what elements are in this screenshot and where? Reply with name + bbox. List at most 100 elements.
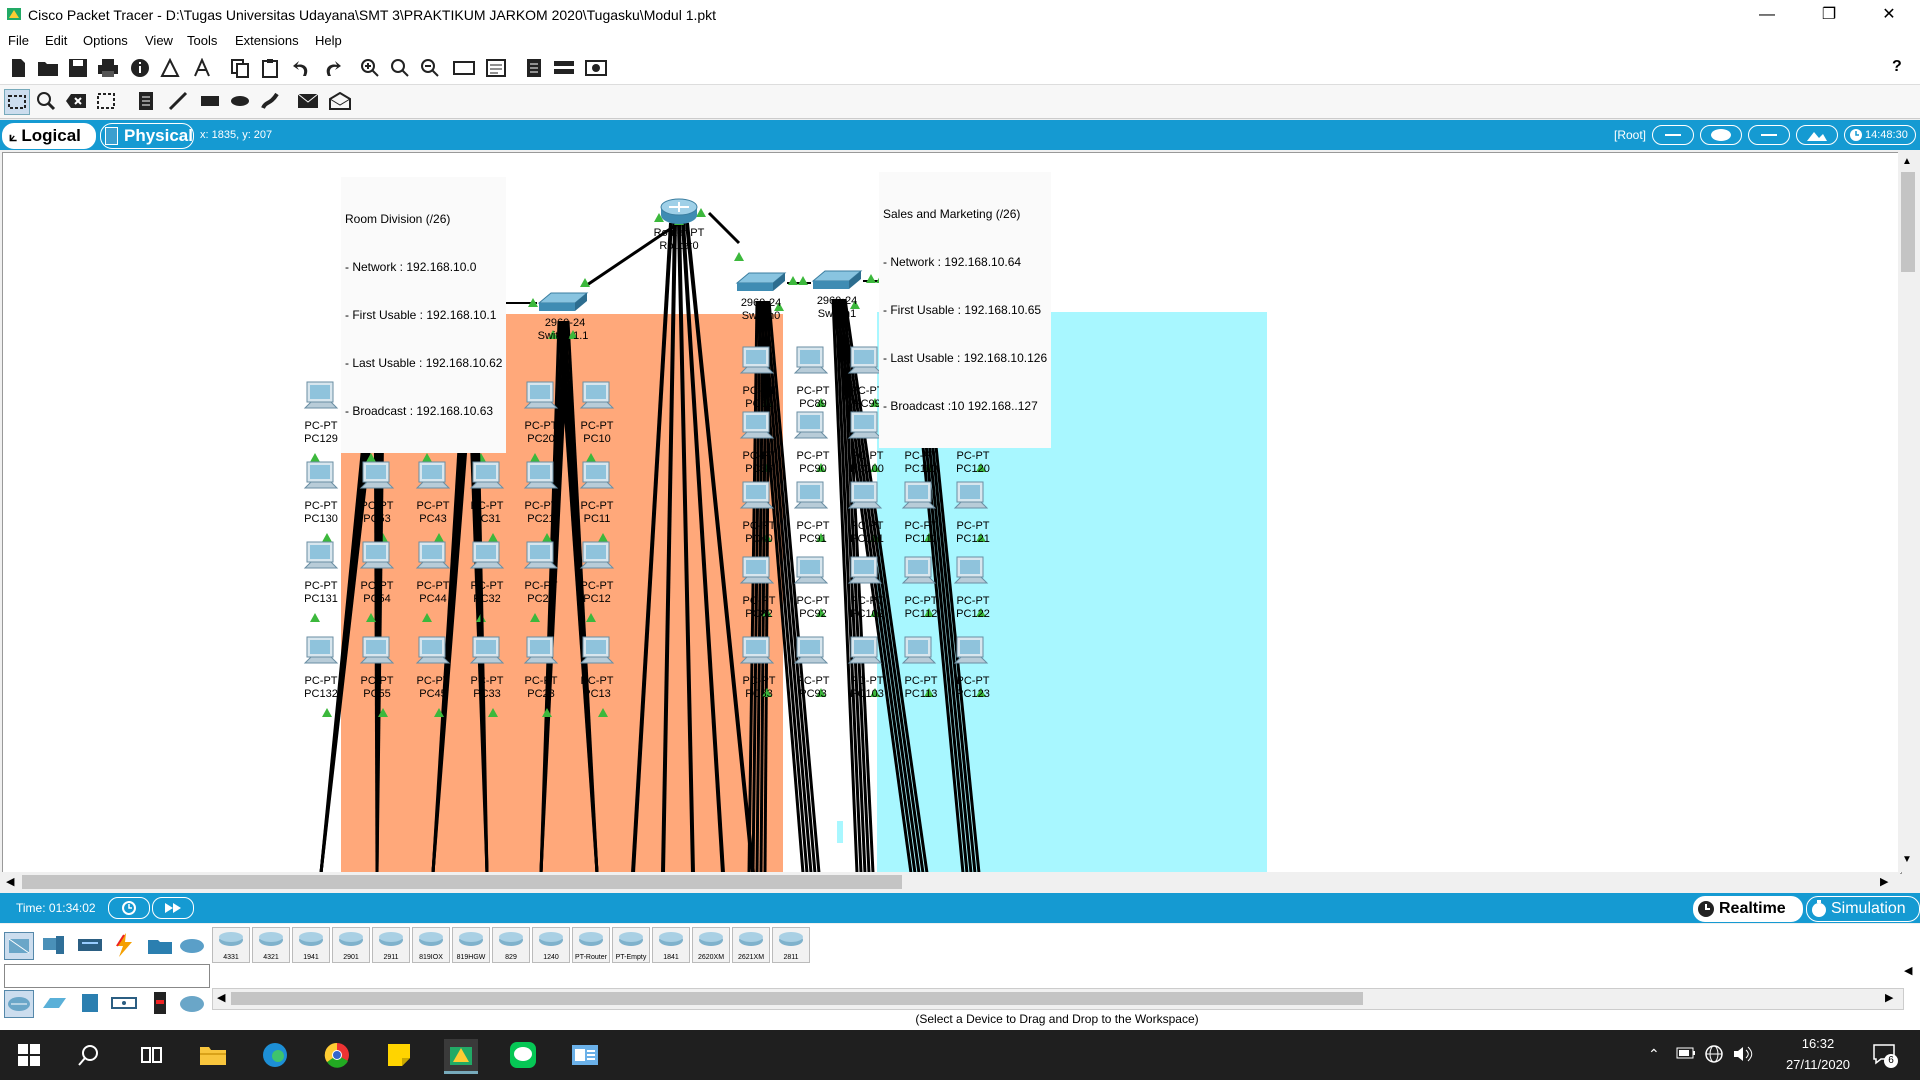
scroll-left-icon[interactable]: ◀ xyxy=(217,991,225,1004)
device-list-scrollbar[interactable]: ◀ ▶ xyxy=(212,988,1904,1010)
sales-marketing-note[interactable]: Sales and Marketing (/26) - Network : 19… xyxy=(879,172,1052,448)
pc-node[interactable] xyxy=(359,635,395,674)
move-object-icon[interactable] xyxy=(1748,125,1790,145)
menu-edit[interactable]: Edit xyxy=(45,33,67,48)
place-note-icon[interactable] xyxy=(134,89,158,113)
search-icon[interactable] xyxy=(72,1039,106,1071)
open-folder-icon[interactable] xyxy=(36,56,60,80)
notification-center-icon[interactable]: 6 xyxy=(1872,1042,1898,1068)
device-model-2621xm[interactable]: 2621XM xyxy=(732,927,770,963)
pc-node[interactable] xyxy=(303,540,339,579)
volume-icon[interactable] xyxy=(1732,1044,1754,1067)
windows-start-icon[interactable] xyxy=(12,1039,46,1071)
pdu-list-icon[interactable] xyxy=(522,56,546,80)
set-background-icon[interactable] xyxy=(1796,125,1838,145)
panel-collapse-icon[interactable]: ◀ xyxy=(1904,964,1912,977)
tab-physical[interactable]: Physical xyxy=(100,123,194,149)
pc-node[interactable] xyxy=(793,555,829,594)
activity-wizard-icon[interactable] xyxy=(158,56,182,80)
network-globe-icon[interactable] xyxy=(1704,1044,1724,1067)
pc-node[interactable] xyxy=(303,635,339,674)
device-model-1240[interactable]: 1240 xyxy=(532,927,570,963)
pc-node[interactable] xyxy=(359,540,395,579)
router-node[interactable] xyxy=(659,197,699,228)
menu-tools[interactable]: Tools xyxy=(187,33,217,48)
pc-node[interactable] xyxy=(523,380,559,419)
pc-node[interactable] xyxy=(579,540,615,579)
multiuser-category-icon[interactable] xyxy=(178,932,206,958)
switch-node[interactable] xyxy=(537,289,589,318)
menu-view[interactable]: View xyxy=(145,33,173,48)
menu-file[interactable]: File xyxy=(8,33,29,48)
redo-icon[interactable] xyxy=(320,56,344,80)
horizontal-scroll-thumb[interactable] xyxy=(22,875,902,889)
zoom-in-icon[interactable] xyxy=(358,56,382,80)
drawing-palette-icon[interactable] xyxy=(452,56,476,80)
draw-line-icon[interactable] xyxy=(166,89,190,113)
pc-node[interactable] xyxy=(739,410,775,449)
menu-help[interactable]: Help xyxy=(315,33,342,48)
device-model-1841[interactable]: 1841 xyxy=(652,927,690,963)
pc-node[interactable] xyxy=(579,460,615,499)
save-icon[interactable] xyxy=(66,56,90,80)
navigation-back-icon[interactable] xyxy=(1652,125,1694,145)
realtime-mode-button[interactable]: Realtime xyxy=(1693,896,1803,922)
copy-icon[interactable] xyxy=(228,56,252,80)
edge-browser-icon[interactable] xyxy=(258,1039,292,1071)
help-icon[interactable]: ? xyxy=(1892,58,1902,76)
pc-node[interactable] xyxy=(793,345,829,384)
device-model-2911[interactable]: 2911 xyxy=(372,927,410,963)
root-breadcrumb[interactable]: [Root] xyxy=(1614,128,1646,142)
pc-node[interactable] xyxy=(953,555,989,594)
workspace-horizontal-scrollbar[interactable]: ◀ ▶ xyxy=(0,872,1900,892)
pc-node[interactable] xyxy=(901,555,937,594)
paste-icon[interactable] xyxy=(258,56,282,80)
end-devices-category-icon[interactable] xyxy=(40,932,68,958)
task-view-icon[interactable] xyxy=(134,1039,168,1071)
pc-node[interactable] xyxy=(953,635,989,674)
pc-node[interactable] xyxy=(793,410,829,449)
device-model-4321[interactable]: 4321 xyxy=(252,927,290,963)
logical-workspace[interactable]: 2960-24Switch 1.32960-24Switch 1.22960-2… xyxy=(2,152,1902,874)
scroll-down-icon[interactable]: ▼ xyxy=(1902,854,1912,865)
show-hidden-icons-icon[interactable]: ⌃ xyxy=(1648,1046,1660,1063)
control-panel-icon[interactable] xyxy=(568,1039,602,1071)
device-model-2620xm[interactable]: 2620XM xyxy=(692,927,730,963)
device-model-pt-empty[interactable]: PT-Empty xyxy=(612,927,650,963)
pc-node[interactable] xyxy=(739,635,775,674)
inspect-tool-icon[interactable] xyxy=(34,89,58,113)
info-icon[interactable] xyxy=(128,56,152,80)
pc-node[interactable] xyxy=(469,540,505,579)
wan-emulation-subcategory-icon[interactable] xyxy=(178,990,206,1016)
device-scroll-thumb[interactable] xyxy=(231,992,1363,1005)
new-file-icon[interactable] xyxy=(6,56,30,80)
pc-node[interactable] xyxy=(847,480,883,519)
wireless-subcategory-icon[interactable] xyxy=(110,990,138,1016)
file-explorer-icon[interactable] xyxy=(196,1039,230,1071)
switches-subcategory-icon[interactable] xyxy=(40,990,68,1016)
pc-node[interactable] xyxy=(847,410,883,449)
scroll-up-icon[interactable]: ▲ xyxy=(1902,156,1912,167)
routers-subcategory-icon[interactable] xyxy=(4,990,34,1018)
pc-node[interactable] xyxy=(415,635,451,674)
tab-logical[interactable]: ⟀ Logical xyxy=(2,123,96,149)
pc-node[interactable] xyxy=(579,380,615,419)
connections-category-icon[interactable] xyxy=(110,932,138,958)
vertical-scroll-thumb[interactable] xyxy=(1901,172,1915,272)
device-search-field[interactable] xyxy=(4,964,210,988)
menu-extensions[interactable]: Extensions xyxy=(235,33,299,48)
freeform-icon[interactable] xyxy=(258,89,282,113)
pc-node[interactable] xyxy=(847,555,883,594)
pc-node[interactable] xyxy=(523,540,559,579)
room-division-note[interactable]: Room Division (/26) - Network : 192.168.… xyxy=(341,177,507,453)
pc-node[interactable] xyxy=(901,635,937,674)
pc-node[interactable] xyxy=(953,480,989,519)
pc-node[interactable] xyxy=(523,460,559,499)
cluster-icon[interactable] xyxy=(1700,125,1742,145)
device-model-829[interactable]: 829 xyxy=(492,927,530,963)
undo-icon[interactable] xyxy=(290,56,314,80)
scroll-right-icon[interactable]: ▶ xyxy=(1885,991,1893,1004)
screenshot-icon[interactable] xyxy=(584,56,608,80)
device-model-819hgw[interactable]: 819HGW xyxy=(452,927,490,963)
simulation-mode-button[interactable]: Simulation xyxy=(1806,896,1920,922)
